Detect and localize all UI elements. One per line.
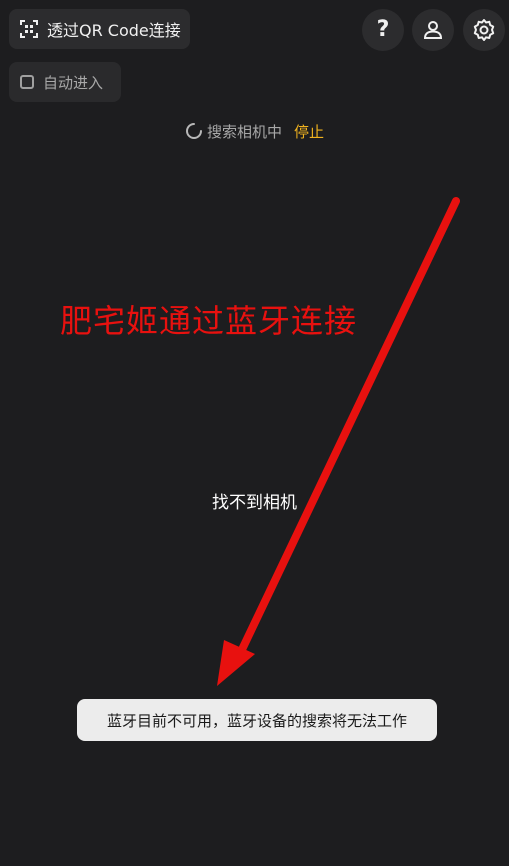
qr-code-connect-button[interactable]: 透过QR Code连接 <box>9 9 190 49</box>
toast-message: 蓝牙目前不可用，蓝牙设备的搜索将无法工作 <box>106 711 407 730</box>
empty-state-text: 找不到相机 <box>212 493 297 513</box>
stop-search-button[interactable]: 停止 <box>294 121 324 142</box>
annotation-text: 肥宅姬通过蓝牙连接 <box>60 302 358 340</box>
loading-spinner-icon <box>185 122 203 140</box>
question-icon: ? <box>376 17 390 42</box>
search-status-text: 搜索相机中 <box>206 122 282 141</box>
bluetooth-unavailable-toast: 蓝牙目前不可用，蓝牙设备的搜索将无法工作 <box>77 699 437 741</box>
checkbox-icon[interactable] <box>20 75 34 89</box>
search-status: 搜索相机中 停止 <box>0 119 509 143</box>
qr-code-connect-label: 透过QR Code连接 <box>47 21 181 40</box>
person-icon <box>422 19 444 41</box>
help-button[interactable]: ? <box>362 9 404 51</box>
qr-scan-icon <box>19 19 39 39</box>
settings-button[interactable] <box>463 9 505 51</box>
gear-icon <box>472 18 496 42</box>
account-button[interactable] <box>412 9 454 51</box>
auto-enter-checkbox[interactable]: 自动进入 <box>9 62 121 102</box>
auto-enter-label: 自动进入 <box>43 73 104 92</box>
